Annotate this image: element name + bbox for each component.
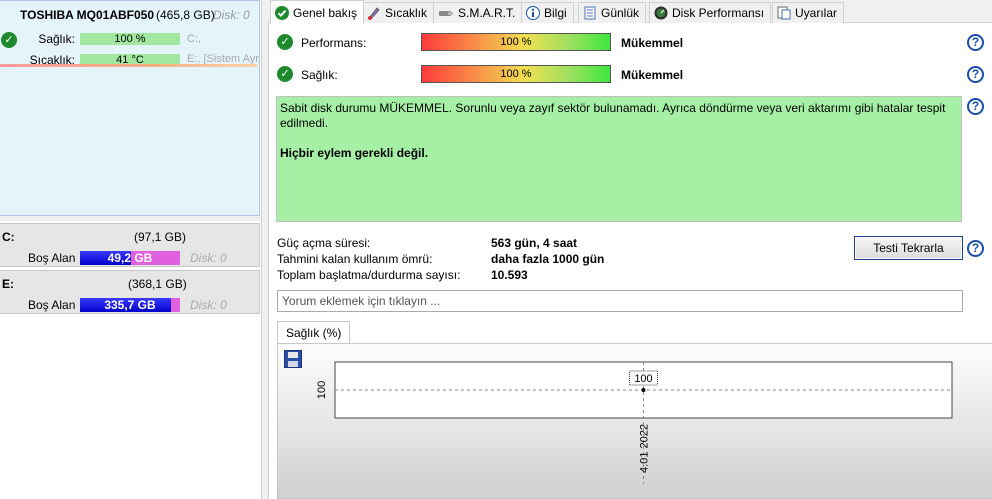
health-help-icon[interactable]: ? <box>967 66 984 83</box>
comment-input[interactable]: Yorum eklemek için tıklayın ... <box>277 290 963 312</box>
y-tick-label: 100 <box>316 381 328 399</box>
x-tick-label: 4.01 2022 <box>639 424 651 473</box>
disk-usage-strip <box>0 64 257 67</box>
tab-label: Uyarılar <box>795 6 838 20</box>
free-space-label: Boş Alan <box>28 251 76 265</box>
check-icon <box>275 5 289 20</box>
tab-log[interactable]: Günlük <box>578 2 647 23</box>
health-chart: 100 4.01 2022 100 <box>316 361 953 484</box>
tab-label: Disk Performansı <box>672 6 765 20</box>
status-help-icon[interactable]: ? <box>967 98 984 115</box>
log-icon <box>583 6 597 20</box>
performance-ok-icon: ✓ <box>277 34 293 50</box>
info-icon <box>526 6 540 20</box>
status-message-box: Sabit disk durumu MÜKEMMEL. Sorunlu veya… <box>276 96 962 222</box>
tab-bar: Genel bakış Sıcaklık S.M.A.R.T. Bilgi Gü… <box>268 0 992 24</box>
power-on-label: Güç açma süresi: <box>277 236 371 250</box>
thermometer-icon <box>367 6 381 20</box>
data-label: 100 <box>634 373 652 385</box>
performance-icon <box>654 6 668 20</box>
performance-help-icon[interactable]: ? <box>967 34 984 51</box>
tab-health-chart[interactable]: Sağlık (%) <box>277 321 351 343</box>
health-chart-area: 100 4.01 2022 100 <box>277 343 992 499</box>
partition-letter: E: <box>2 277 14 291</box>
smart-icon <box>438 6 454 20</box>
free-space-bar: 49,2 GB <box>80 251 180 265</box>
tab-label: Bilgi <box>544 6 567 20</box>
tab-disk-performance[interactable]: Disk Performansı <box>649 2 772 23</box>
disk-health-bar: 100 % <box>80 33 180 45</box>
start-stop-value: 10.593 <box>491 268 528 282</box>
disk-health-volume: C:, <box>187 33 202 45</box>
overview-panel: ✓ Performans: 100 % Mükemmel ? ✓ Sağlık:… <box>268 23 992 499</box>
retest-help-icon[interactable]: ? <box>967 240 984 257</box>
remaining-life-label: Tahmini kalan kullanım ömrü: <box>277 252 433 266</box>
free-space-bar: 335,7 GB <box>80 298 180 312</box>
tab-temperature[interactable]: Sıcaklık <box>362 2 435 23</box>
power-on-value: 563 gün, 4 saat <box>491 236 578 250</box>
tab-label: Sıcaklık <box>385 6 428 20</box>
partition-disk: Disk: 0 <box>190 251 227 265</box>
tab-alerts[interactable]: Uyarılar <box>772 2 845 23</box>
tab-label: Genel bakış <box>293 5 358 20</box>
health-bar: 100 % <box>421 65 611 83</box>
disk-list-panel: TOSHIBA MQ01ABF050 (465,8 GB) Disk: 0 ✓ … <box>0 0 261 499</box>
remaining-life-value: daha fazla 1000 gün <box>491 252 605 266</box>
disk-health-label: Sağlık: <box>38 32 75 46</box>
disk-size: (465,8 GB) <box>156 8 215 22</box>
start-stop-label: Toplam başlatma/durdurma sayısı: <box>277 268 461 282</box>
status-text: Sabit disk durumu MÜKEMMEL. Sorunlu veya… <box>280 101 946 130</box>
panel-separator <box>0 216 261 221</box>
performance-result: Mükemmel <box>621 36 684 50</box>
performance-label: Performans: <box>301 36 367 50</box>
alerts-icon <box>777 6 791 20</box>
disk-number: Disk: 0 <box>213 8 250 22</box>
tab-info[interactable]: Bilgi <box>521 2 574 23</box>
free-space-label: Boş Alan <box>28 298 76 312</box>
partition-size: (368,1 GB) <box>128 277 187 291</box>
disk-card-selected[interactable]: TOSHIBA MQ01ABF050 (465,8 GB) Disk: 0 ✓ … <box>0 0 260 216</box>
free-space-value: 49,2 GB <box>107 251 153 265</box>
performance-bar: 100 % <box>421 33 611 51</box>
tab-label: S.M.A.R.T. <box>458 6 516 20</box>
partition-disk: Disk: 0 <box>190 298 227 312</box>
disk-model: TOSHIBA MQ01ABF050 <box>20 8 155 22</box>
health-ok-icon: ✓ <box>277 66 293 82</box>
tab-label: Günlük <box>601 6 640 20</box>
status-action: Hiçbir eylem gerekli değil. <box>280 146 429 160</box>
tab-overview[interactable]: Genel bakış <box>270 0 365 24</box>
partition-size: (97,1 GB) <box>134 230 187 244</box>
tab-smart[interactable]: S.M.A.R.T. <box>433 2 523 23</box>
splitter[interactable] <box>261 0 265 499</box>
partition-letter: C: <box>2 230 15 244</box>
health-label: Sağlık: <box>301 68 338 82</box>
data-point <box>641 388 646 392</box>
health-result: Mükemmel <box>621 68 684 82</box>
retest-button[interactable]: Testi Tekrarla <box>854 236 963 260</box>
partition-e[interactable]: E: (368,1 GB) Boş Alan 335,7 GB Disk: 0 <box>0 270 260 314</box>
partition-c[interactable]: C: (97,1 GB) Boş Alan 49,2 GB Disk: 0 <box>0 223 260 267</box>
free-space-value: 335,7 GB <box>104 298 156 312</box>
